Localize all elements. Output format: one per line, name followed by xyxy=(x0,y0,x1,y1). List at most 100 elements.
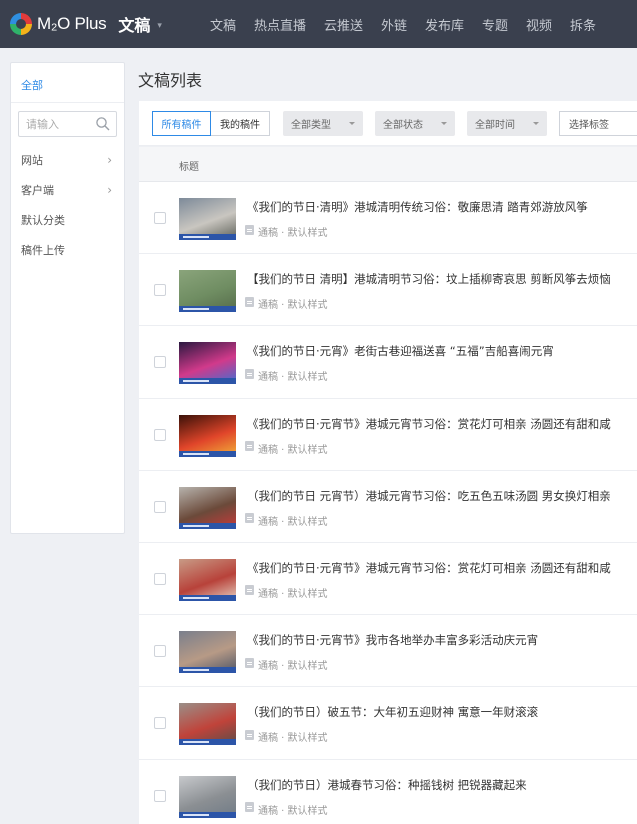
row-checkbox[interactable] xyxy=(154,212,166,224)
nav-item-topics[interactable]: 专题 xyxy=(482,15,508,34)
sidebar-item-website[interactable]: 网站 › xyxy=(11,145,124,175)
chevron-down-icon[interactable]: ▾ xyxy=(157,21,162,31)
row-checkbox[interactable] xyxy=(154,356,166,369)
table-row[interactable]: 《我们的节日·元宵节》港城元宵节习俗：赏花灯可相亲 汤圆还有甜和咸通稿 · 默认… xyxy=(139,398,637,471)
row-meta-text: 通稿 · 默认样式 xyxy=(258,588,328,600)
sidebar-item-client[interactable]: 客户端 › xyxy=(11,175,124,205)
nav-item-external-links[interactable]: 外链 xyxy=(381,15,407,34)
nav-item-split[interactable]: 拆条 xyxy=(570,15,596,34)
sidebar-item-label: 网站 xyxy=(21,154,43,167)
row-meta-text: 通稿 · 默认样式 xyxy=(258,228,328,239)
thumbnail-caption-band xyxy=(179,811,236,818)
sidebar-item-label: 稿件上传 xyxy=(21,244,65,257)
time-filter-value: 全部时间 xyxy=(475,120,515,131)
document-icon xyxy=(245,657,254,668)
table-header: 标题 xyxy=(139,147,637,182)
row-meta-text: 通稿 · 默认样式 xyxy=(258,733,328,745)
category-sidebar: 全部 网站 › 客户端 › 默认分类 稿件上传 xyxy=(10,62,125,534)
type-filter-value: 全部类型 xyxy=(291,120,331,131)
row-meta: 通稿 · 默认样式 xyxy=(245,224,328,239)
nav-item-video[interactable]: 视频 xyxy=(526,15,552,34)
row-title[interactable]: 《我们的节日·元宵》老街古巷迎福送喜 “五福”吉船喜闹元宵 xyxy=(247,343,637,359)
my-drafts-tab[interactable]: 我的稿件 xyxy=(211,111,270,136)
logo-icon xyxy=(10,13,32,35)
row-thumbnail[interactable] xyxy=(179,631,236,674)
app-logo[interactable]: M₂O Plus xyxy=(10,13,107,35)
row-thumbnail[interactable] xyxy=(179,198,236,240)
row-checkbox[interactable] xyxy=(154,500,166,513)
chevron-right-icon: › xyxy=(107,153,112,167)
nav-item-cloud-push[interactable]: 云推送 xyxy=(324,15,363,34)
sidebar-item-all[interactable]: 全部 xyxy=(11,63,124,103)
tag-select-label: 选择标签 xyxy=(569,120,609,131)
table-row[interactable]: 《我们的节日·元宵节》港城元宵节习俗：赏花灯可相亲 汤圆还有甜和咸通稿 · 默认… xyxy=(139,542,637,616)
row-title[interactable]: （我们的节日）港城春节习俗：种摇钱树 把锐器藏起来 xyxy=(247,777,637,793)
row-checkbox[interactable] xyxy=(154,572,166,585)
row-thumbnail[interactable] xyxy=(179,270,236,313)
row-thumbnail[interactable] xyxy=(179,486,236,529)
row-meta: 通稿 · 默认样式 xyxy=(245,729,328,744)
nav-item-hot-live[interactable]: 热点直播 xyxy=(254,15,306,34)
sidebar-item-upload[interactable]: 稿件上传 xyxy=(11,235,124,265)
status-filter-value: 全部状态 xyxy=(383,120,423,131)
row-thumbnail[interactable] xyxy=(179,414,236,457)
row-title[interactable]: 《我们的节日·元宵节》我市各地举办丰富多彩活动庆元宵 xyxy=(247,632,637,648)
row-thumbnail[interactable] xyxy=(179,775,236,818)
logo-text: M₂O Plus xyxy=(37,14,107,33)
type-filter-dropdown[interactable]: 全部类型 xyxy=(283,111,363,136)
document-icon xyxy=(245,802,254,812)
row-checkbox[interactable] xyxy=(154,717,166,730)
top-nav-menu: 文稿 热点直播 云推送 外链 发布库 专题 视频 拆条 xyxy=(210,15,614,34)
all-drafts-tab[interactable]: 所有稿件 xyxy=(152,111,211,136)
row-title[interactable]: （我们的节日 元宵节）港城元宵节习俗：吃五色五味汤圆 男女换灯相亲 xyxy=(247,488,637,504)
column-header-title: 标题 xyxy=(179,162,199,173)
status-filter-dropdown[interactable]: 全部状态 xyxy=(375,111,455,136)
module-title[interactable]: 文稿 xyxy=(118,12,150,36)
search-icon[interactable] xyxy=(95,116,111,132)
row-meta: 通稿 · 默认样式 xyxy=(245,296,328,311)
table-row[interactable]: （我们的节日 元宵节）港城元宵节习俗：吃五色五味汤圆 男女换灯相亲 通稿 · 默认… xyxy=(139,470,637,543)
table-row[interactable]: 《我们的节日·元宵节》我市各地举办丰富多彩活动庆元宵通稿 · 默认样式 xyxy=(139,615,637,688)
table-row[interactable]: 《我们的节日·元宵》老街古巷迎福送喜 “五福”吉船喜闹元宵通稿 · 默认样式 xyxy=(139,326,637,399)
document-icon xyxy=(245,585,254,596)
document-icon xyxy=(245,224,254,235)
row-meta: 通稿 · 默认样式 xyxy=(245,513,328,528)
table-row[interactable]: （我们的节日）破五节：大年初五迎财神 寓意一年财滚滚通稿 · 默认样式 xyxy=(139,687,637,760)
row-checkbox[interactable] xyxy=(154,645,166,658)
document-icon xyxy=(245,513,254,524)
nav-item-drafts[interactable]: 文稿 xyxy=(210,15,236,34)
row-meta-text: 通稿 · 默认样式 xyxy=(258,444,328,456)
caret-down-icon xyxy=(441,122,447,125)
search-input[interactable] xyxy=(19,112,91,136)
row-checkbox[interactable] xyxy=(154,284,166,297)
row-title[interactable]: 【我们的节日 清明】港城清明节习俗：坟上插柳寄哀思 剪断风筝去烦恼 xyxy=(247,271,637,287)
row-thumbnail[interactable] xyxy=(179,558,236,601)
thumbnail-caption-band xyxy=(179,667,236,674)
thumbnail-caption-band xyxy=(179,450,236,457)
table-row[interactable]: （我们的节日）港城春节习俗：种摇钱树 把锐器藏起来 通稿 · 默认样式 xyxy=(139,759,637,824)
tag-select[interactable]: 选择标签 xyxy=(559,111,637,136)
row-checkbox[interactable] xyxy=(154,789,166,802)
top-navigation-bar: M₂O Plus 文稿 ▾ 文稿 热点直播 云推送 外链 发布库 专题 视频 拆… xyxy=(0,0,637,48)
thumbnail-caption-band xyxy=(179,739,236,746)
sidebar-item-default-category[interactable]: 默认分类 xyxy=(11,205,124,235)
row-title[interactable]: （我们的节日）破五节：大年初五迎财神 寓意一年财滚滚 xyxy=(247,704,637,720)
row-checkbox[interactable] xyxy=(154,428,166,441)
row-title[interactable]: 《我们的节日·元宵节》港城元宵节习俗：赏花灯可相亲 汤圆还有甜和咸 xyxy=(247,560,637,576)
chevron-right-icon: › xyxy=(107,183,112,197)
row-title[interactable]: 《我们的节日·元宵节》港城元宵节习俗：赏花灯可相亲 汤圆还有甜和咸 xyxy=(247,416,637,432)
caret-down-icon xyxy=(349,122,355,125)
row-meta-text: 通稿 · 默认样式 xyxy=(258,372,328,384)
row-title[interactable]: 《我们的节日·清明》港城清明传统习俗：敬廉思清 踏青郊游放风筝 xyxy=(247,199,637,215)
nav-item-publish-library[interactable]: 发布库 xyxy=(425,15,464,34)
document-icon xyxy=(245,729,254,740)
table-row[interactable]: 【我们的节日 清明】港城清明节习俗：坟上插柳寄哀思 剪断风筝去烦恼 通稿 · 默认… xyxy=(139,254,637,327)
row-meta-text: 通稿 · 默认样式 xyxy=(258,661,328,673)
row-thumbnail[interactable] xyxy=(179,342,236,385)
time-filter-dropdown[interactable]: 全部时间 xyxy=(467,111,547,136)
document-icon xyxy=(245,441,254,452)
thumbnail-caption-band xyxy=(179,522,236,529)
sidebar-search xyxy=(18,111,117,137)
row-thumbnail[interactable] xyxy=(179,703,236,746)
table-row[interactable]: 《我们的节日·清明》港城清明传统习俗：敬廉思清 踏青郊游放风筝通稿 · 默认样式 xyxy=(139,182,637,255)
